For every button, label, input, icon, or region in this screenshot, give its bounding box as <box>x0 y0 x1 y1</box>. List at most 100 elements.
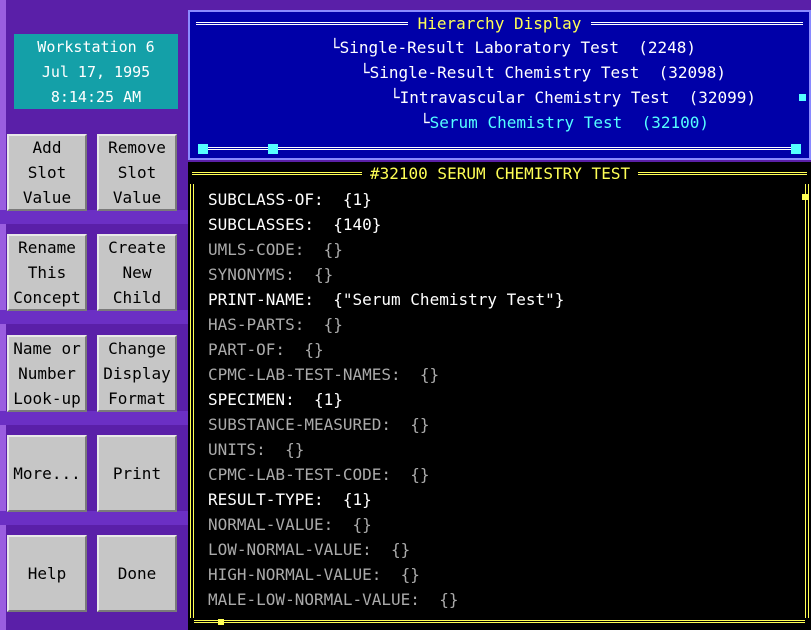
slot-row[interactable]: SPECIMEN: {1} <box>208 387 564 412</box>
slot-row[interactable]: CPMC-LAB-TEST-CODE: {} <box>208 462 564 487</box>
slot-name: SUBCLASS-OF: <box>208 190 324 209</box>
slot-value: {} <box>285 440 305 459</box>
slot-name: PART-OF: <box>208 340 286 359</box>
slot-name: PRINT-NAME: <box>208 290 314 309</box>
slot-name: NORMAL-VALUE: <box>208 515 334 534</box>
slot-row[interactable]: PART-OF: {} <box>208 337 564 362</box>
slot-row[interactable]: LOW-NORMAL-VALUE: {} <box>208 537 564 562</box>
button-label: More... <box>13 464 81 483</box>
remove-slot-value-button[interactable]: Remove Slot Value <box>97 134 177 211</box>
hierarchy-item-selected[interactable]: └Serum Chemistry Test (32100) <box>420 113 709 133</box>
scroll-thumb[interactable] <box>268 144 278 154</box>
slot-row[interactable]: SYNONYMS: {} <box>208 262 564 287</box>
hierarchy-item-label: Intravascular Chemistry Test (32099) <box>399 88 757 107</box>
button-label: Slot <box>117 163 157 182</box>
slot-value: {1} <box>342 490 372 509</box>
slot-separator <box>420 590 439 609</box>
command-panel: Workstation 6 Jul 17, 1995 8:14:25 AM Ad… <box>0 0 188 630</box>
scroll-thumb[interactable] <box>802 194 808 200</box>
slot-separator <box>295 390 314 409</box>
slot-separator <box>381 565 400 584</box>
slot-name: SYNONYMS: <box>208 265 295 284</box>
hierarchy-item[interactable]: └Single-Result Laboratory Test (2248) <box>330 38 696 58</box>
button-label: Format <box>108 389 166 408</box>
slot-row[interactable]: SUBSTANCE-MEASURED: {} <box>208 412 564 437</box>
hierarchy-item-label: Single-Result Laboratory Test (2248) <box>339 38 697 57</box>
slot-value: {} <box>304 340 324 359</box>
tree-connector-icon: └ <box>330 38 340 57</box>
slot-value: {1} <box>342 190 372 209</box>
slot-row[interactable]: CPMC-LAB-TEST-NAMES: {} <box>208 362 564 387</box>
title-rule <box>591 21 804 25</box>
slot-row[interactable]: PRINT-NAME: {"Serum Chemistry Test"} <box>208 287 564 312</box>
scroll-right-arrow-icon[interactable] <box>791 144 801 154</box>
slot-name: HIGH-NORMAL-VALUE: <box>208 565 382 584</box>
slot-separator <box>372 540 391 559</box>
slot-row[interactable]: MALE-LOW-NORMAL-VALUE: {} <box>208 587 564 612</box>
slot-name: UMLS-CODE: <box>208 240 305 259</box>
slot-row[interactable]: SUBCLASSES: {140} <box>208 212 564 237</box>
button-label: This <box>27 263 67 282</box>
slot-separator <box>266 440 285 459</box>
slot-name: HAS-PARTS: <box>208 315 305 334</box>
title-rule <box>192 171 362 175</box>
more-button[interactable]: More... <box>7 435 87 512</box>
slot-row[interactable]: NORMAL-VALUE: {} <box>208 512 564 537</box>
scroll-thumb[interactable] <box>799 94 806 101</box>
slot-name: LOW-NORMAL-VALUE: <box>208 540 372 559</box>
slot-row[interactable]: SUBCLASS-OF: {1} <box>208 187 564 212</box>
slot-value: {} <box>323 315 343 334</box>
hierarchy-title: Hierarchy Display <box>417 13 582 33</box>
button-label: Display <box>103 364 171 383</box>
slot-value: {} <box>313 265 334 284</box>
slot-value: {"Serum Chemistry Test"} <box>333 290 565 309</box>
tree-connector-icon: └ <box>390 88 400 107</box>
rename-concept-button[interactable]: Rename This Concept <box>7 234 87 311</box>
slot-row[interactable]: UNITS: {} <box>208 437 564 462</box>
add-slot-value-button[interactable]: Add Slot Value <box>7 134 87 211</box>
button-label: Remove <box>108 138 166 157</box>
done-button[interactable]: Done <box>97 535 177 612</box>
concept-detail-panel: #32100 SERUM CHEMISTRY TEST SUBCLASS-OF:… <box>188 162 811 630</box>
button-label: Done <box>117 564 157 583</box>
button-label: Create <box>108 238 166 257</box>
hierarchy-item[interactable]: └Single-Result Chemistry Test (32098) <box>360 63 726 83</box>
title-rule <box>638 171 807 175</box>
scroll-thumb[interactable] <box>218 619 224 625</box>
button-label: Concept <box>13 288 81 307</box>
button-label: Help <box>27 564 67 583</box>
slot-name: CPMC-LAB-TEST-CODE: <box>208 465 392 484</box>
slot-value: {} <box>323 240 343 259</box>
slot-name: CPMC-LAB-TEST-NAMES: <box>208 365 401 384</box>
workstation-label: Workstation 6 <box>37 38 155 56</box>
vertical-scrollbar[interactable] <box>805 184 809 618</box>
slot-value: {} <box>410 415 430 434</box>
create-child-button[interactable]: Create New Child <box>97 234 177 311</box>
hierarchy-vertical-scrollbar[interactable] <box>799 32 807 142</box>
scroll-left-arrow-icon[interactable] <box>198 144 208 154</box>
hierarchy-item[interactable]: └Intravascular Chemistry Test (32099) <box>390 88 756 108</box>
panel-divider <box>0 411 188 425</box>
button-label: Print <box>112 464 162 483</box>
slot-separator <box>324 190 343 209</box>
slot-row[interactable]: RESULT-TYPE: {1} <box>208 487 564 512</box>
slot-value: {140} <box>333 215 382 234</box>
hierarchy-panel: Hierarchy Display └Single-Result Laborat… <box>188 10 811 160</box>
help-button[interactable]: Help <box>7 535 87 612</box>
tree-connector-icon: └ <box>420 113 430 132</box>
hierarchy-item-label: Serum Chemistry Test (32100) <box>429 113 709 132</box>
slot-row[interactable]: UMLS-CODE: {} <box>208 237 564 262</box>
slot-row[interactable]: HAS-PARTS: {} <box>208 312 564 337</box>
button-label: Slot <box>27 163 67 182</box>
horizontal-scrollbar[interactable] <box>194 620 805 623</box>
change-display-format-button[interactable]: Change Display Format <box>97 335 177 412</box>
button-label: Look-up <box>13 389 81 408</box>
hierarchy-horizontal-scrollbar[interactable] <box>198 142 801 156</box>
name-lookup-button[interactable]: Name or Number Look-up <box>7 335 87 412</box>
slot-row[interactable]: HIGH-NORMAL-VALUE: {} <box>208 562 564 587</box>
slot-separator <box>391 415 410 434</box>
print-button[interactable]: Print <box>97 435 177 512</box>
button-label: Add <box>32 138 62 157</box>
button-label: Number <box>18 364 76 383</box>
slot-separator <box>324 490 343 509</box>
